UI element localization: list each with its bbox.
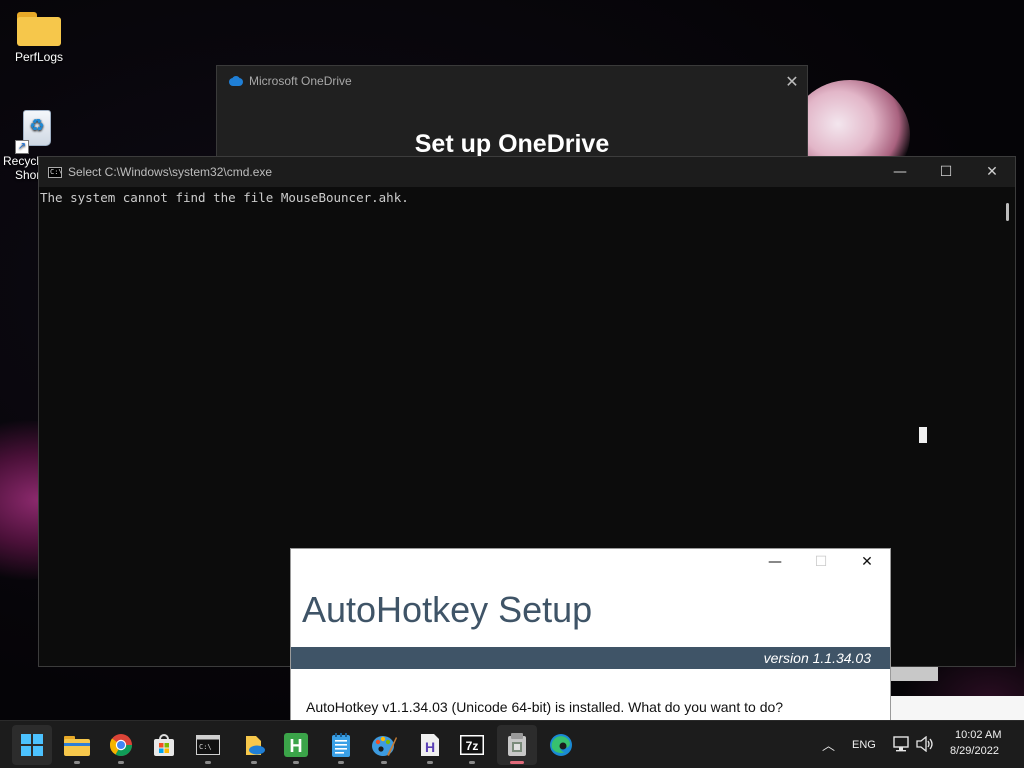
- version-banner: version 1.1.34.03: [291, 647, 890, 669]
- vertical-scrollbar[interactable]: [1001, 187, 1015, 666]
- cmd-app-icon: C:\: [48, 166, 62, 178]
- onedrive-window-title: Microsoft OneDrive: [249, 74, 352, 88]
- desktop-icon-recycle-bin[interactable]: ♻ ↗ Recycl Shor: [3, 106, 51, 182]
- terminal-icon: C:\: [196, 735, 220, 755]
- svg-text:C:\: C:\: [199, 743, 212, 751]
- cmd-window-title: Select C:\Windows\system32\cmd.exe: [68, 165, 273, 179]
- taskbar-notepad[interactable]: [321, 725, 361, 765]
- svg-text:7z: 7z: [466, 739, 479, 753]
- onedrive-folder-icon: [246, 736, 265, 755]
- folder-icon: [17, 12, 61, 46]
- edge-icon: [550, 734, 572, 756]
- 7zip-icon: 7z: [460, 735, 484, 755]
- taskbar-autohotkey-installer[interactable]: [497, 725, 537, 765]
- shortcut-arrow-icon: ↗: [15, 140, 29, 154]
- ahk-setup-title: AutoHotkey Setup: [302, 589, 593, 630]
- close-button[interactable]: ✕: [969, 164, 1015, 180]
- ahk-window-controls: — ☐ ✕: [752, 549, 890, 575]
- onedrive-titlebar[interactable]: Microsoft OneDrive ✕: [217, 66, 807, 96]
- taskbar-edge[interactable]: [541, 725, 581, 765]
- taskbar: C:\ H H 7z ︿ ENG 10:02 AM 8/29/2022: [0, 720, 1024, 768]
- window-edge: [890, 696, 1024, 720]
- svg-text:H: H: [425, 739, 435, 755]
- installed-message: AutoHotkey v1.1.34.03 (Unicode 64-bit) i…: [306, 699, 784, 715]
- store-icon: [154, 734, 174, 756]
- close-button[interactable]: ✕: [844, 549, 890, 575]
- maximize-button[interactable]: ☐: [923, 164, 969, 180]
- taskbar-h-app[interactable]: H: [276, 725, 316, 765]
- windows-logo-icon: [21, 734, 43, 756]
- cmd-titlebar[interactable]: C:\ Select C:\Windows\system32\cmd.exe —…: [39, 157, 1015, 187]
- folder-icon: [64, 736, 90, 756]
- desktop-icon-label: Shor: [15, 168, 41, 182]
- taskbar-onedrive[interactable]: [234, 725, 274, 765]
- taskbar-microsoft-store[interactable]: [144, 725, 184, 765]
- desktop-icon-label: PerfLogs: [14, 50, 64, 64]
- notepad-icon: [332, 733, 350, 757]
- h-green-icon: H: [284, 733, 308, 757]
- show-hidden-icons-chevron-icon[interactable]: ︿: [822, 735, 835, 754]
- clock-date[interactable]: 8/29/2022: [950, 745, 999, 757]
- volume-icon[interactable]: [916, 736, 934, 752]
- clock-time[interactable]: 10:02 AM: [955, 729, 1001, 741]
- start-button[interactable]: [12, 725, 52, 765]
- network-icon[interactable]: [893, 736, 911, 752]
- onedrive-heading: Set up OneDrive: [414, 130, 610, 158]
- taskbar-chrome[interactable]: [101, 725, 141, 765]
- palette-icon: [372, 736, 397, 756]
- taskbar-7zip[interactable]: 7z: [452, 725, 492, 765]
- taskbar-command-prompt[interactable]: C:\: [188, 725, 228, 765]
- svg-text:H: H: [290, 736, 303, 756]
- onedrive-close-button[interactable]: ✕: [777, 72, 807, 91]
- text-cursor: [919, 427, 927, 443]
- h-document-icon: H: [421, 734, 439, 756]
- chrome-icon: [109, 734, 132, 756]
- minimize-button[interactable]: —: [752, 549, 798, 575]
- onedrive-cloud-icon: [227, 76, 243, 86]
- taskbar-paint[interactable]: [364, 725, 404, 765]
- minimize-button[interactable]: —: [877, 164, 923, 180]
- desktop-icon-label: Recycl: [3, 154, 40, 168]
- desktop-icon-perflogs[interactable]: PerfLogs: [3, 12, 75, 64]
- window-edge: [890, 667, 938, 681]
- maximize-button: ☐: [814, 554, 828, 570]
- scrollbar-thumb[interactable]: [1006, 203, 1009, 221]
- ahk-setup-window[interactable]: — ☐ ✕ AutoHotkey Setup version 1.1.34.03…: [290, 548, 891, 728]
- language-indicator[interactable]: ENG: [852, 739, 876, 751]
- taskbar-h-document[interactable]: H: [410, 725, 450, 765]
- taskbar-file-explorer[interactable]: [57, 725, 97, 765]
- installer-icon: [508, 733, 526, 756]
